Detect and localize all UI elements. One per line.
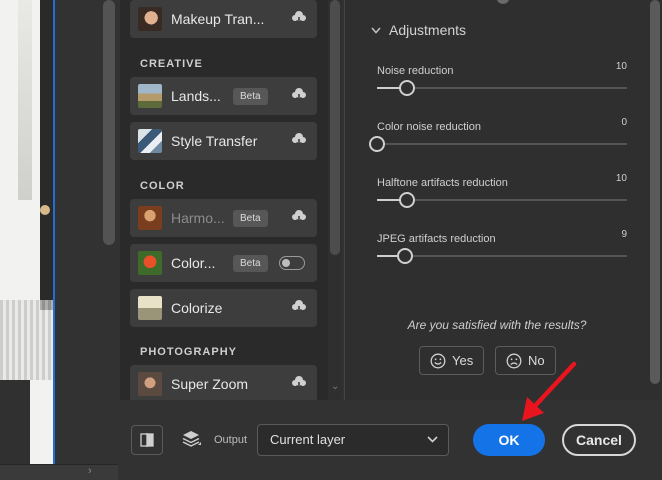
adjustments-header[interactable]: Adjustments (371, 22, 466, 38)
chevron-down-icon (371, 26, 381, 34)
yes-button[interactable]: Yes (419, 346, 485, 375)
compare-view-button[interactable] (131, 425, 163, 455)
chevron-right-icon[interactable]: › (88, 465, 92, 477)
filter-label: Super Zoom (171, 376, 249, 392)
scrollbar-thumb[interactable] (330, 0, 340, 255)
section-creative: CREATIVE (140, 58, 203, 70)
no-label: No (528, 353, 545, 368)
dialog-footer: Output Current layer OK Cancel (118, 400, 662, 480)
split-view-icon (140, 433, 154, 447)
output-label: Output (214, 434, 248, 446)
filter-label: Color... (171, 255, 216, 271)
color-noise-reduction-slider[interactable]: Color noise reduction 0 (369, 117, 627, 152)
output-select-value: Current layer (270, 432, 346, 447)
filter-list-scrollbar[interactable]: ⌄ (328, 0, 342, 400)
landscape-thumbnail (138, 84, 162, 108)
chevron-down-icon (427, 436, 438, 443)
cloud-download-icon[interactable] (291, 88, 307, 102)
noise-reduction-slider[interactable]: Noise reduction 10 (377, 61, 627, 96)
slider-handle[interactable] (399, 80, 415, 96)
filter-toggle[interactable] (279, 256, 305, 270)
style-transfer-thumbnail (138, 129, 162, 153)
halftone-artifacts-slider[interactable]: Halftone artifacts reduction 10 (377, 173, 627, 208)
filter-item-harmonization[interactable]: Harmo... Beta (130, 199, 317, 237)
canvas-status-bar: › (0, 464, 118, 480)
filter-item-super-zoom[interactable]: Super Zoom (130, 365, 317, 403)
adjustments-title: Adjustments (389, 22, 467, 38)
smile-icon (430, 353, 446, 368)
filter-label: Style Transfer (171, 133, 258, 149)
filter-label: Makeup Tran... (171, 11, 265, 27)
section-photography: PHOTOGRAPHY (140, 346, 237, 358)
slider-handle[interactable] (397, 248, 413, 264)
cloud-download-icon[interactable] (291, 376, 307, 390)
filter-item-color-transfer[interactable]: Color... Beta (130, 244, 317, 282)
cloud-download-icon[interactable] (291, 210, 307, 224)
makeup-thumbnail (138, 7, 162, 31)
adjustments-scrollbar[interactable] (648, 0, 662, 400)
no-button[interactable]: No (495, 346, 556, 375)
neural-filters-list: Makeup Tran... CREATIVE Lands... Beta St… (120, 0, 328, 403)
filter-item-landscape[interactable]: Lands... Beta (130, 77, 317, 115)
beta-badge: Beta (233, 210, 268, 227)
color-transfer-thumbnail (138, 251, 162, 275)
image-canvas (0, 0, 55, 464)
chevron-down-icon[interactable]: ⌄ (331, 381, 339, 392)
canvas-scrollbar[interactable] (103, 0, 115, 245)
cancel-button[interactable]: Cancel (562, 424, 636, 456)
beta-badge: Beta (233, 88, 268, 105)
filter-label: Harmo... (171, 210, 225, 226)
slider-value: 10 (615, 61, 627, 72)
cloud-download-icon[interactable] (291, 11, 307, 25)
slider-value: 0 (621, 117, 627, 128)
jpeg-artifacts-slider[interactable]: JPEG artifacts reduction 9 (377, 229, 627, 264)
filter-label: Lands... (171, 88, 221, 104)
slider-knob[interactable] (497, 0, 509, 4)
layers-icon[interactable] (182, 430, 202, 448)
slider-label: Halftone artifacts reduction (377, 177, 508, 189)
filter-item-style-transfer[interactable]: Style Transfer (130, 122, 317, 160)
cloud-download-icon[interactable] (291, 300, 307, 314)
ok-button[interactable]: OK (473, 424, 545, 456)
slider-handle[interactable] (369, 136, 385, 152)
beta-badge: Beta (233, 255, 268, 272)
feedback-question: Are you satisfied with the results? (407, 318, 587, 332)
slider-label: JPEG artifacts reduction (377, 233, 496, 245)
adjustments-panel: Adjustments Noise reduction 10 Color noi… (344, 0, 648, 400)
cloud-download-icon[interactable] (291, 133, 307, 147)
filter-item-colorize[interactable]: Colorize (130, 289, 317, 327)
slider-label: Color noise reduction (377, 121, 481, 133)
harmonization-thumbnail (138, 206, 162, 230)
slider-handle[interactable] (399, 192, 415, 208)
scrollbar-thumb[interactable] (650, 0, 660, 384)
frown-icon (506, 353, 522, 368)
section-color: COLOR (140, 180, 185, 192)
slider-value: 9 (621, 229, 627, 240)
yes-label: Yes (452, 353, 474, 368)
slider-value: 10 (615, 173, 627, 184)
filter-label: Colorize (171, 300, 223, 316)
colorize-thumbnail (138, 296, 162, 320)
slider-label: Noise reduction (377, 65, 454, 77)
output-select[interactable]: Current layer (257, 424, 449, 456)
super-zoom-thumbnail (138, 372, 162, 396)
filter-item-makeup-transfer[interactable]: Makeup Tran... (130, 0, 317, 38)
canvas-gutter (57, 0, 119, 464)
